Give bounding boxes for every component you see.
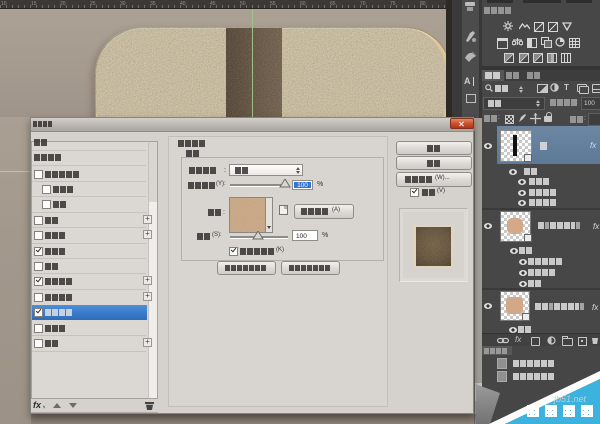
svg-text:jb51.net: jb51.net	[553, 394, 587, 404]
